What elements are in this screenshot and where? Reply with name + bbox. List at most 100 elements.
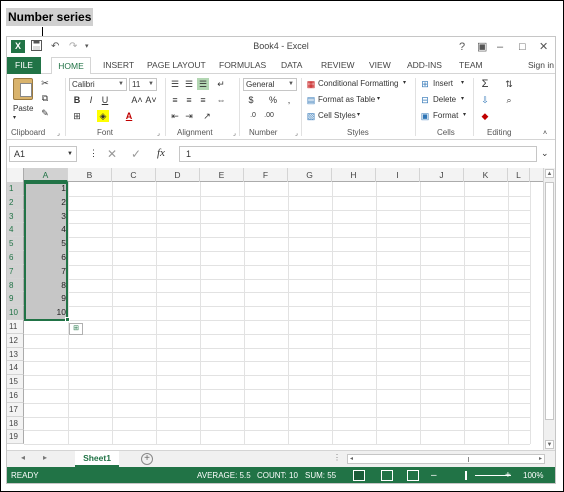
cell-a3[interactable]: 3 xyxy=(24,210,66,224)
chevron-down-icon[interactable]: ▾ xyxy=(357,111,360,118)
tab-view[interactable]: VIEW xyxy=(369,57,391,74)
font-color-icon[interactable]: A xyxy=(123,110,135,122)
insert-function-icon[interactable]: fx xyxy=(157,147,165,159)
delete-cells-icon[interactable]: ⊟ xyxy=(419,94,431,106)
paste-dropdown-icon[interactable]: ▾ xyxy=(13,114,16,121)
clear-icon[interactable]: ◆ xyxy=(479,110,491,122)
row-header-6[interactable]: 6 xyxy=(7,251,24,265)
format-as-table-button[interactable]: Format as Table xyxy=(318,95,375,104)
tab-home[interactable]: HOME xyxy=(51,57,91,75)
insert-cells-button[interactable]: Insert xyxy=(433,79,453,88)
chevron-down-icon[interactable]: ▾ xyxy=(463,111,466,118)
close-button[interactable]: ✕ xyxy=(539,39,548,55)
cut-icon[interactable]: ✂ xyxy=(39,77,51,89)
scroll-right-icon[interactable]: ▸ xyxy=(539,455,542,462)
clipboard-launcher-icon[interactable]: ⌟ xyxy=(57,130,60,137)
horizontal-scroll-thumb[interactable] xyxy=(468,457,469,462)
ribbon-display-options-icon[interactable]: ▣ xyxy=(477,39,487,55)
minimize-button[interactable]: – xyxy=(497,39,503,55)
cell-a10[interactable]: 10 xyxy=(24,306,66,320)
tab-insert[interactable]: INSERT xyxy=(103,57,134,74)
orientation-icon[interactable]: ↗ xyxy=(201,110,213,122)
decrease-decimal-icon[interactable]: .00 xyxy=(263,110,275,122)
cell-a1[interactable]: 1 xyxy=(24,182,66,196)
tab-review[interactable]: REVIEW xyxy=(321,57,355,74)
scroll-down-icon[interactable]: ▼ xyxy=(545,440,554,449)
formula-input[interactable]: 1 xyxy=(179,146,537,162)
insert-cells-icon[interactable]: ⊞ xyxy=(419,78,431,90)
row-header-14[interactable]: 14 xyxy=(7,361,24,376)
expand-formula-bar-icon[interactable]: ⌄ xyxy=(541,148,549,159)
column-header-l[interactable]: L xyxy=(508,168,530,182)
format-painter-icon[interactable]: ✎ xyxy=(39,107,51,119)
row-header-9[interactable]: 9 xyxy=(7,292,24,307)
tab-team[interactable]: TEAM xyxy=(459,57,483,74)
cell-a5[interactable]: 5 xyxy=(24,237,66,251)
sheet-tab-sheet1[interactable]: Sheet1 xyxy=(75,451,119,467)
column-header-d[interactable]: D xyxy=(156,168,200,182)
chevron-down-icon[interactable]: ▾ xyxy=(377,95,380,102)
row-header-8[interactable]: 8 xyxy=(7,278,24,293)
row-header-19[interactable]: 19 xyxy=(7,430,24,445)
row-header-16[interactable]: 16 xyxy=(7,389,24,403)
zoom-slider-thumb[interactable] xyxy=(465,471,467,480)
increase-decimal-icon[interactable]: .0 xyxy=(247,110,259,122)
row-header-13[interactable]: 13 xyxy=(7,347,24,362)
maximize-button[interactable]: □ xyxy=(519,39,526,55)
currency-button[interactable]: $ xyxy=(245,94,257,106)
format-cells-button[interactable]: Format xyxy=(433,111,458,120)
vertical-scrollbar[interactable]: ▲ ▼ xyxy=(543,168,555,450)
grow-font-button[interactable]: A˄ xyxy=(131,94,143,106)
column-header-k[interactable]: K xyxy=(464,168,508,182)
font-size-select[interactable]: 11 ▼ xyxy=(129,78,157,91)
tab-formulas[interactable]: FORMULAS xyxy=(219,57,266,74)
tab-split-icon[interactable]: ⋮ xyxy=(333,453,341,462)
chevron-down-icon[interactable]: ▾ xyxy=(461,79,464,86)
top-align-icon[interactable]: ☰ xyxy=(169,78,181,90)
alignment-launcher-icon[interactable]: ⌟ xyxy=(233,130,236,137)
tab-add-ins[interactable]: ADD-INS xyxy=(407,57,442,74)
chevron-down-icon[interactable]: ▾ xyxy=(403,79,406,86)
italic-button[interactable]: I xyxy=(85,94,97,106)
cell-a4[interactable]: 4 xyxy=(24,223,66,237)
name-box[interactable]: A1 ▼ xyxy=(9,146,77,162)
scroll-left-icon[interactable]: ◂ xyxy=(350,455,353,462)
column-header-g[interactable]: G xyxy=(288,168,332,182)
next-sheet-icon[interactable]: ▸ xyxy=(43,453,47,462)
add-sheet-button[interactable]: + xyxy=(141,453,153,465)
delete-cells-button[interactable]: Delete xyxy=(433,95,456,104)
row-header-11[interactable]: 11 xyxy=(7,320,24,334)
horizontal-scrollbar[interactable]: ◂ ▸ xyxy=(347,454,545,464)
zoom-in-button[interactable]: + xyxy=(505,467,511,483)
cell-a2[interactable]: 2 xyxy=(24,196,66,210)
underline-button[interactable]: U xyxy=(99,94,111,106)
normal-view-button[interactable] xyxy=(353,470,365,481)
font-launcher-icon[interactable]: ⌟ xyxy=(157,130,160,137)
help-button[interactable]: ? xyxy=(459,39,465,55)
percent-button[interactable]: % xyxy=(267,94,279,106)
conditional-formatting-icon[interactable]: ▦ xyxy=(305,78,317,90)
page-layout-view-button[interactable] xyxy=(381,470,393,481)
column-header-b[interactable]: B xyxy=(68,168,112,182)
find-select-icon[interactable]: ⌕ xyxy=(503,94,515,106)
tab-data[interactable]: DATA xyxy=(281,57,302,74)
zoom-level[interactable]: 100% xyxy=(523,467,543,483)
increase-indent-icon[interactable]: ⇥ xyxy=(183,110,195,122)
row-header-7[interactable]: 7 xyxy=(7,264,24,279)
row-header-18[interactable]: 18 xyxy=(7,416,24,431)
fill-color-icon[interactable]: ◈ xyxy=(97,110,109,122)
row-header-5[interactable]: 5 xyxy=(7,237,24,251)
align-left-icon[interactable]: ≡ xyxy=(169,94,181,106)
cancel-entry-icon[interactable]: ✕ xyxy=(107,147,117,161)
cell-a9[interactable]: 9 xyxy=(24,292,66,306)
decrease-indent-icon[interactable]: ⇤ xyxy=(169,110,181,122)
column-header-i[interactable]: I xyxy=(376,168,420,182)
row-header-10[interactable]: 10 xyxy=(7,306,24,320)
wrap-text-icon[interactable]: ↵ xyxy=(215,78,227,90)
fill-icon[interactable]: ⇩ xyxy=(479,94,491,106)
cell-styles-button[interactable]: Cell Styles xyxy=(318,111,356,120)
shrink-font-button[interactable]: A˅ xyxy=(145,94,157,106)
format-cells-icon[interactable]: ▣ xyxy=(419,110,431,122)
bold-button[interactable]: B xyxy=(71,94,83,106)
conditional-formatting-button[interactable]: Conditional Formatting xyxy=(318,79,398,88)
